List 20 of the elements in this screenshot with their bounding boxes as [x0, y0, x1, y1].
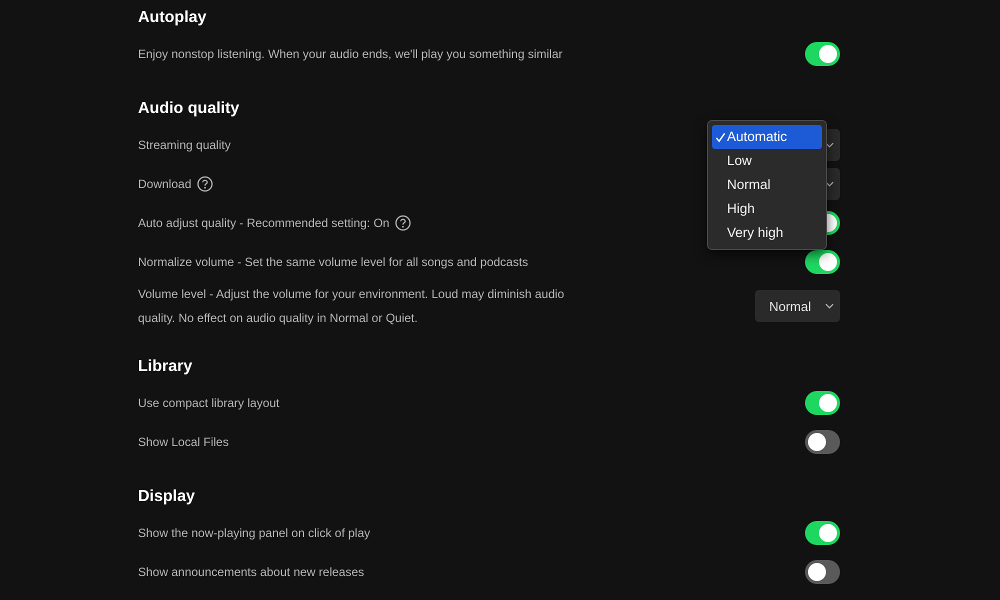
- dropdown-select[interactable]: Normal: [755, 290, 840, 322]
- setting-label: Volume level - Adjust the volume for your environment. Loud may diminish audio quality. No effect on audio quality in Normal or Quiet.: [138, 286, 566, 327]
- setting-label: Download: [138, 176, 192, 192]
- setting-label: Enjoy nonstop listening. When your audio ends, we'll play you something similar: [138, 46, 563, 62]
- setting-label: Auto adjust quality - Recommended setting: On: [138, 214, 390, 232]
- setting-label: Show Local Files: [138, 434, 229, 450]
- menu-option[interactable]: Normal: [712, 172, 822, 196]
- section-heading: Library: [138, 357, 194, 377]
- setting-label: Show the now-playing panel on click of play: [138, 524, 370, 542]
- menu-option[interactable]: High: [712, 196, 822, 220]
- menu-option[interactable]: Automatic: [712, 124, 822, 148]
- section-heading: Audio quality: [138, 99, 240, 119]
- menu-option[interactable]: Low: [712, 148, 822, 172]
- setting-label: Streaming quality: [138, 136, 231, 154]
- menu-option[interactable]: Very high: [712, 220, 822, 244]
- setting-label: Normalize volume - Set the same volume level for all songs and podcasts: [138, 254, 528, 270]
- setting-label: Use compact library layout: [138, 394, 280, 412]
- setting-label: Show announcements about new releases: [138, 564, 364, 580]
- section-heading: Display: [138, 487, 196, 507]
- section-heading: Autoplay: [138, 8, 208, 28]
